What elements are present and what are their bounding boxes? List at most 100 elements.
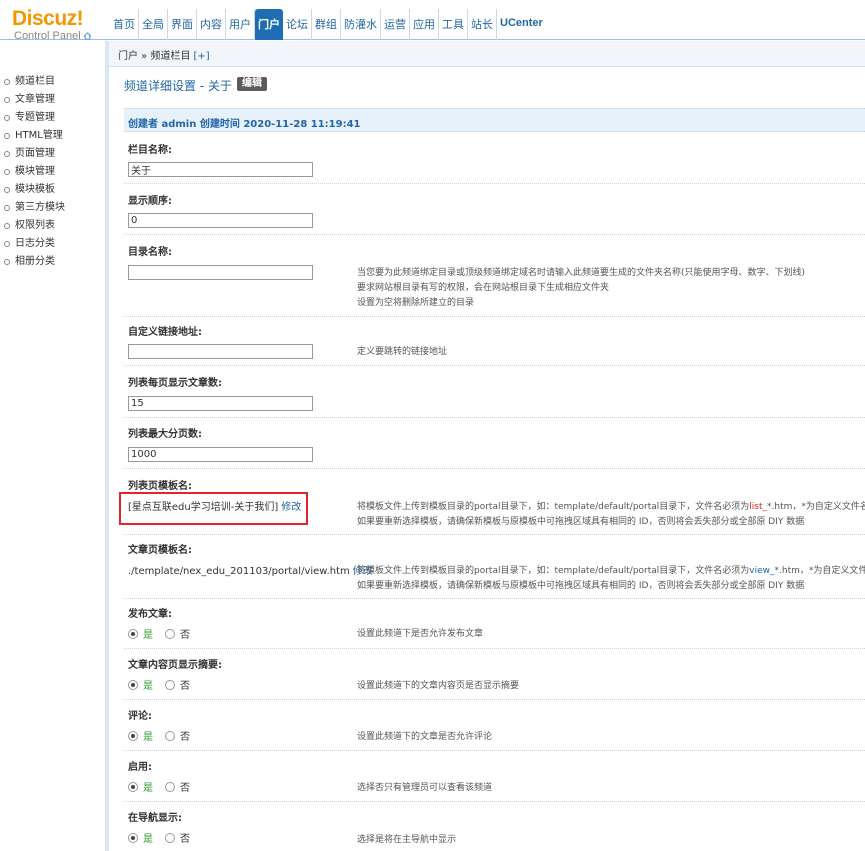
summary-yes-radio[interactable]: [128, 679, 138, 690]
listtpl-hint-2: 如果要重新选择模板，请确保新模板与原模板中可拖拽区域具有相同的 ID，否则将会丢…: [357, 517, 805, 527]
nav-safe[interactable]: 防灌水: [341, 9, 381, 40]
side-menu: 频道栏目 文章管理 专题管理 HTML管理 页面管理 模块管理 模块模板 第三方…: [0, 74, 105, 272]
enable-yes-label[interactable]: 是: [143, 779, 153, 794]
navshow-label: 在导航显示:: [128, 813, 182, 824]
divider: [124, 468, 865, 469]
divider: [124, 598, 865, 599]
summary-yes-label[interactable]: 是: [143, 677, 153, 692]
maxpages-input[interactable]: [128, 447, 313, 462]
comment-yes-label[interactable]: 是: [143, 728, 153, 743]
nav-tools[interactable]: 工具: [439, 9, 468, 40]
edit-button[interactable]: 编辑: [237, 77, 267, 91]
listtpl-label: 列表页模板名:: [128, 481, 192, 492]
dir-hint-1: 当您要为此频道绑定目录或顶级频道绑定域名时请输入此频道要生成的文件夹名称(只能使…: [357, 268, 806, 278]
dir-input[interactable]: [128, 265, 313, 280]
side-item-album-cat[interactable]: 相册分类: [0, 254, 105, 272]
viewtpl-hint-1-c: *.htm，*为自定义文件名: [774, 566, 865, 576]
enable-no-radio[interactable]: [165, 781, 175, 792]
comment-no-radio[interactable]: [165, 730, 175, 741]
nav-forum[interactable]: 论坛: [283, 9, 312, 40]
summary-label: 文章内容页显示摘要:: [128, 660, 222, 671]
side-item-html[interactable]: HTML管理: [0, 128, 105, 146]
nav-ucenter[interactable]: UCenter: [497, 9, 546, 40]
main-content: 频道详细设置 - 关于 编辑 创建者 admin 创建时间 2020-11-28…: [109, 67, 865, 851]
publish-no-label[interactable]: 否: [180, 626, 190, 641]
enable-yes-radio[interactable]: [128, 781, 138, 792]
navshow-hint: 选择是将在主导航中显示: [357, 835, 457, 845]
order-label: 显示顺序:: [128, 196, 172, 207]
comment-radio-group: 是 否: [128, 728, 190, 743]
order-input[interactable]: [128, 213, 313, 228]
nav-content[interactable]: 内容: [197, 9, 226, 40]
viewtpl-hint-1: 将模板文件上传到模板目录的portal目录下，如：template/defaul…: [357, 564, 865, 578]
side-item-category[interactable]: 频道栏目: [0, 74, 105, 92]
side-item-topic[interactable]: 专题管理: [0, 110, 105, 128]
side-item-block-tpl[interactable]: 模块模板: [0, 182, 105, 200]
nav-founder[interactable]: 站长: [468, 9, 497, 40]
divider: [124, 365, 865, 366]
perpage-input[interactable]: [128, 396, 313, 411]
side-item-perm[interactable]: 权限列表: [0, 218, 105, 236]
nav-extended[interactable]: 运营: [381, 9, 410, 40]
perpage-label: 列表每页显示文章数:: [128, 378, 222, 389]
publish-radio-group: 是 否: [128, 626, 190, 641]
breadcrumb-text[interactable]: 门户 » 频道栏目: [118, 51, 190, 62]
logo-text: Discuz!: [12, 7, 84, 30]
viewtpl-value-text: ./template/nex_edu_201103/portal/view.ht…: [128, 566, 350, 577]
navshow-radio-group: 是 否: [128, 830, 190, 845]
listtpl-hint-1-b: list_: [749, 502, 768, 512]
side-item-article[interactable]: 文章管理: [0, 92, 105, 110]
name-input[interactable]: [128, 162, 313, 177]
navshow-yes-radio[interactable]: [128, 832, 138, 843]
page-title: 频道详细设置 - 关于: [124, 79, 232, 93]
nav-plugin[interactable]: 应用: [410, 9, 439, 40]
discuz-logo[interactable]: Discuz! Control Panel: [12, 7, 102, 42]
breadcrumb: 门户 » 频道栏目 [+]: [109, 41, 865, 67]
viewtpl-label: 文章页模板名:: [128, 545, 192, 556]
dir-hint-3: 设置为空将删除所建立的目录: [357, 298, 475, 308]
side-item-blog-cat[interactable]: 日志分类: [0, 236, 105, 254]
breadcrumb-add[interactable]: [+]: [193, 51, 209, 62]
comment-no-label[interactable]: 否: [180, 728, 190, 743]
comment-hint: 设置此频道下的文章是否允许评论: [357, 732, 493, 742]
publish-yes-radio[interactable]: [128, 628, 138, 639]
side-item-third-block[interactable]: 第三方模块: [0, 200, 105, 218]
summary-no-radio[interactable]: [165, 679, 175, 690]
viewtpl-value: ./template/nex_edu_201103/portal/view.ht…: [128, 562, 373, 577]
enable-label: 启用:: [128, 762, 152, 773]
creator-info: 创建者 admin 创建时间 2020-11-28 11:19:41: [124, 108, 865, 132]
summary-radio-group: 是 否: [128, 677, 190, 692]
publish-yes-label[interactable]: 是: [143, 626, 153, 641]
listtpl-hint-1: 将模板文件上传到模板目录的portal目录下，如：template/defaul…: [357, 500, 865, 514]
divider: [124, 534, 865, 535]
highlight-box: [119, 492, 308, 525]
side-item-block[interactable]: 模块管理: [0, 164, 105, 182]
enable-no-label[interactable]: 否: [180, 779, 190, 794]
url-hint: 定义要跳转的链接地址: [357, 347, 448, 357]
url-input[interactable]: [128, 344, 313, 359]
navshow-yes-label[interactable]: 是: [143, 830, 153, 845]
dir-hint-2: 要求网站根目录有写的权限，会在网站根目录下生成相应文件夹: [357, 283, 610, 293]
publish-label: 发布文章:: [128, 609, 172, 620]
divider: [124, 316, 865, 317]
nav-global[interactable]: 全局: [139, 9, 168, 40]
side-item-page[interactable]: 页面管理: [0, 146, 105, 164]
navshow-no-label[interactable]: 否: [180, 830, 190, 845]
name-label: 栏目名称:: [128, 145, 172, 156]
comment-label: 评论:: [128, 711, 152, 722]
enable-hint: 选择否只有管理员可以查看该频道: [357, 783, 493, 793]
nav-home[interactable]: 首页: [110, 9, 139, 40]
nav-user[interactable]: 用户: [226, 9, 255, 40]
summary-hint: 设置此频道下的文章内容页是否显示摘要: [357, 681, 520, 691]
nav-portal[interactable]: 门户: [255, 9, 283, 40]
divider: [124, 183, 865, 184]
nav-style[interactable]: 界面: [168, 9, 197, 40]
summary-no-label[interactable]: 否: [180, 677, 190, 692]
divider: [124, 801, 865, 802]
navshow-no-radio[interactable]: [165, 832, 175, 843]
enable-radio-group: 是 否: [128, 779, 190, 794]
listtpl-hint-1-c: *.htm，*为自定义文件名: [767, 502, 865, 512]
publish-no-radio[interactable]: [165, 628, 175, 639]
comment-yes-radio[interactable]: [128, 730, 138, 741]
nav-group[interactable]: 群组: [312, 9, 341, 40]
